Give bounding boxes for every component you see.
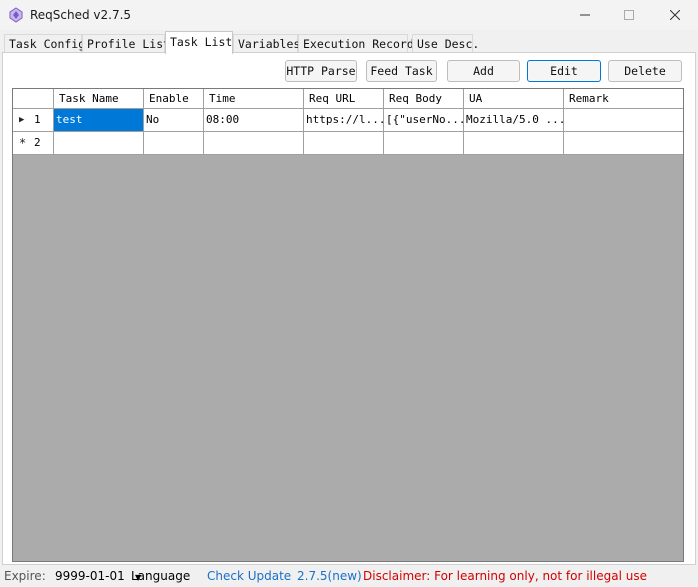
column-header-enable[interactable]: Enable bbox=[144, 89, 204, 109]
title-bar: ReqSched v2.7.5 bbox=[0, 0, 698, 30]
table-cell[interactable]: test bbox=[54, 109, 144, 132]
new-row-asterisk-icon: * bbox=[19, 136, 27, 150]
column-header-time[interactable]: Time bbox=[204, 89, 304, 109]
minimize-icon bbox=[580, 14, 590, 16]
table-cell[interactable]: No bbox=[144, 109, 204, 132]
add-button[interactable]: Add bbox=[447, 60, 520, 82]
table-cell[interactable] bbox=[54, 132, 144, 155]
grid-corner-header[interactable] bbox=[13, 89, 54, 109]
close-button[interactable] bbox=[652, 0, 698, 30]
table-cell[interactable] bbox=[304, 132, 384, 155]
row-header[interactable]: * 2 bbox=[13, 132, 54, 155]
edit-button[interactable]: Edit bbox=[527, 60, 601, 82]
column-header-task-name[interactable]: Task Name bbox=[54, 89, 144, 109]
window-title: ReqSched v2.7.5 bbox=[30, 8, 132, 22]
table-cell[interactable] bbox=[144, 132, 204, 155]
check-update-link[interactable]: Check Update bbox=[207, 566, 291, 586]
table-cell[interactable] bbox=[564, 109, 683, 132]
http-parse-button[interactable]: HTTP Parse bbox=[285, 60, 357, 82]
current-row-arrow-icon: ▶ bbox=[19, 115, 25, 125]
status-bar: Expire: 9999-01-01 Language ▼ Check Upda… bbox=[0, 566, 698, 587]
app-logo-icon bbox=[9, 7, 23, 23]
tab-use-desc[interactable]: Use Desc. bbox=[412, 34, 479, 53]
column-header-ua[interactable]: UA bbox=[464, 89, 564, 109]
tab-task-list[interactable]: Task List bbox=[165, 31, 233, 54]
expire-label: Expire: bbox=[4, 569, 46, 583]
row-number: 1 bbox=[34, 113, 41, 126]
version-link[interactable]: 2.7.5(new) bbox=[297, 566, 362, 586]
task-grid[interactable]: Task Name Enable Time Req URL Req Body U… bbox=[12, 88, 684, 562]
tab-execution-records[interactable]: Execution Records bbox=[298, 34, 421, 53]
table-cell[interactable]: https://l... bbox=[304, 109, 384, 132]
tab-strip: Task Config Profile List Task List Varia… bbox=[0, 31, 698, 54]
table-cell[interactable] bbox=[464, 132, 564, 155]
row-header[interactable]: ▶ 1 bbox=[13, 109, 54, 132]
maximize-button[interactable] bbox=[606, 0, 652, 30]
table-cell[interactable]: 08:00 bbox=[204, 109, 304, 132]
delete-button[interactable]: Delete bbox=[608, 60, 682, 82]
column-header-req-url[interactable]: Req URL bbox=[304, 89, 384, 109]
close-icon bbox=[670, 10, 680, 20]
expire-date: 9999-01-01 bbox=[55, 569, 125, 583]
tab-task-config[interactable]: Task Config bbox=[4, 34, 85, 53]
language-dropdown[interactable]: Language ▼ bbox=[131, 566, 190, 587]
column-header-req-body[interactable]: Req Body bbox=[384, 89, 464, 109]
maximize-icon bbox=[624, 10, 634, 20]
column-header-remark[interactable]: Remark bbox=[564, 89, 683, 109]
table-cell[interactable] bbox=[564, 132, 683, 155]
table-cell[interactable] bbox=[204, 132, 304, 155]
minimize-button[interactable] bbox=[562, 0, 608, 30]
tab-variables[interactable]: Variables bbox=[233, 34, 300, 53]
row-number: 2 bbox=[34, 136, 41, 149]
language-label: Language bbox=[131, 569, 191, 583]
feed-task-button[interactable]: Feed Task bbox=[366, 60, 437, 82]
table-cell[interactable]: Mozilla/5.0 ... bbox=[464, 109, 564, 132]
table-cell[interactable]: [{"userNo... bbox=[384, 109, 464, 132]
tab-profile-list[interactable]: Profile List bbox=[82, 34, 170, 53]
disclaimer-text: Disclaimer: For learning only, not for i… bbox=[363, 569, 647, 583]
table-cell[interactable] bbox=[384, 132, 464, 155]
